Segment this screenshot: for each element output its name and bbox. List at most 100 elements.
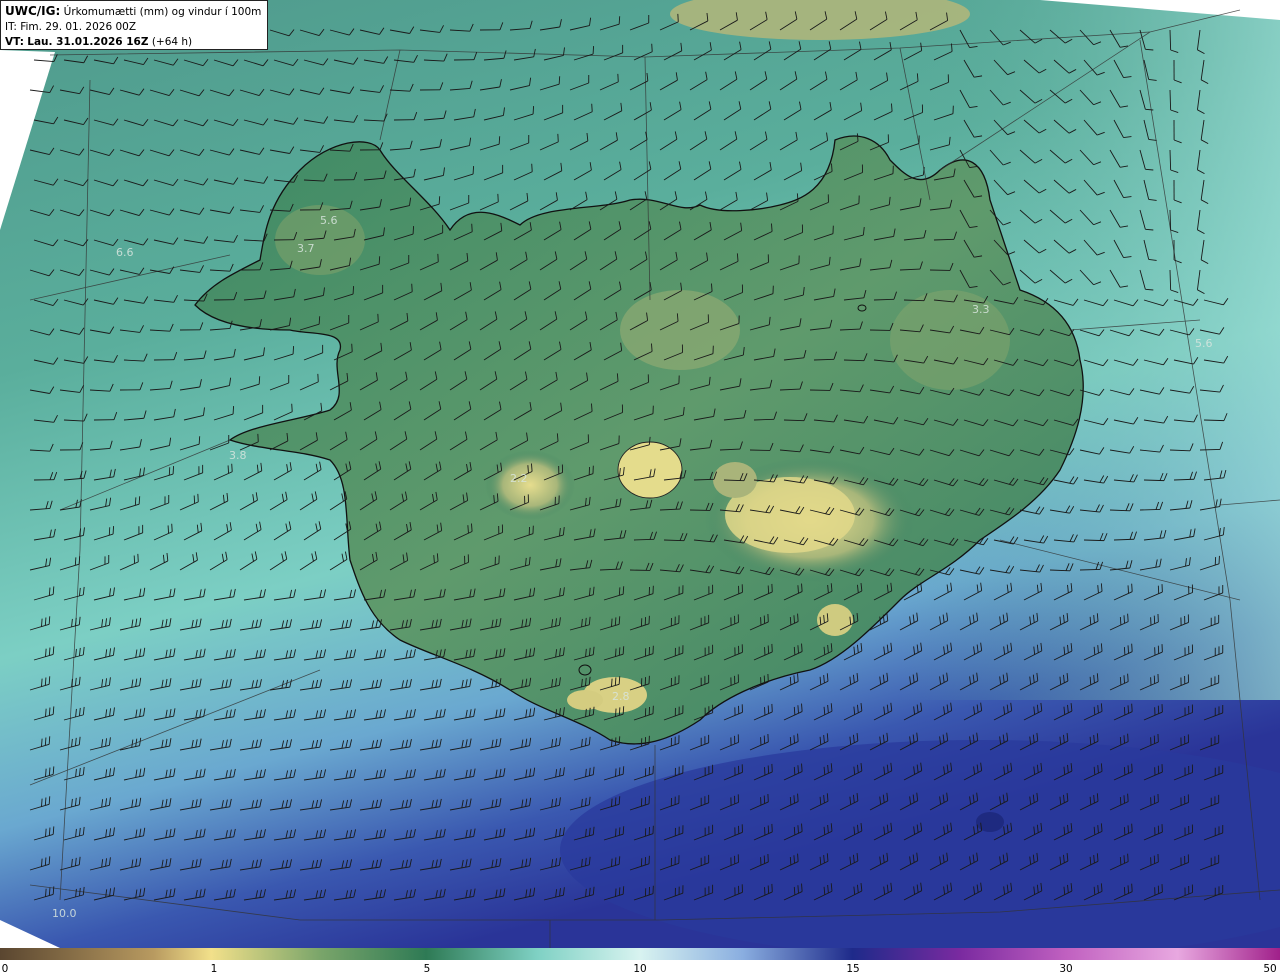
- wind-barb-feather: [41, 798, 43, 807]
- wind-barb-feather: [622, 826, 625, 835]
- wind-barb-feather: [438, 196, 441, 205]
- lead-time: (+64 h): [151, 36, 193, 48]
- wind-barb-feather: [48, 707, 51, 716]
- wind-barb-feather: [951, 43, 953, 52]
- wind-barb-feather: [1127, 705, 1130, 714]
- wind-barb-feather: [48, 767, 51, 776]
- wind-barb-feather: [618, 796, 621, 805]
- wind-barb-feather: [1123, 827, 1126, 836]
- wind-barb-feather: [618, 827, 621, 836]
- wind-barb-feather: [1127, 585, 1130, 594]
- colorbar: [0, 948, 1280, 960]
- wind-barb-feather: [498, 136, 501, 145]
- wind-barb-feather: [45, 828, 47, 837]
- wind-barb-feather: [44, 737, 47, 746]
- wind-barb-feather: [167, 525, 170, 534]
- wind-barb-feather: [1127, 793, 1129, 802]
- wind-barb-feather: [44, 797, 47, 806]
- wind-barb: [1203, 419, 1225, 422]
- wind-barb-feather: [74, 557, 77, 566]
- label-2-8: 2.8: [612, 690, 630, 703]
- wind-barb-feather: [471, 523, 473, 532]
- wind-barb-feather: [41, 618, 43, 627]
- wind-barb-feather: [1131, 583, 1133, 592]
- valid-time-label: VT:: [5, 36, 24, 48]
- wind-barb-feather: [52, 826, 55, 835]
- colorbar-tick-50: 50: [1263, 963, 1277, 975]
- wind-barb-feather: [48, 676, 51, 685]
- label-5-6: 5.6: [320, 214, 338, 227]
- wind-barb-feather: [771, 223, 773, 232]
- wind-barb-feather: [615, 828, 617, 837]
- wind-barb-feather: [614, 677, 617, 686]
- wind-barb-feather: [797, 825, 799, 834]
- wind-barb-feather: [797, 585, 799, 594]
- wind-barb-feather: [614, 797, 617, 806]
- label-10-0: 10.0: [52, 907, 77, 920]
- wind-barb-feather: [618, 676, 621, 685]
- wind-barb-feather: [1127, 825, 1130, 834]
- wind-barb-feather: [618, 647, 621, 656]
- wind-barb: [1169, 89, 1172, 111]
- wind-barb: [1169, 209, 1172, 231]
- wind-barb-feather: [618, 707, 621, 716]
- wind-barb-feather: [1123, 855, 1125, 864]
- wind-barb-feather: [1131, 883, 1133, 892]
- wind-barb-feather: [527, 465, 529, 474]
- valid-time: Lau. 31.01.2026 16Z: [27, 36, 149, 48]
- wind-barb-feather: [591, 103, 593, 112]
- wind-barb-feather: [618, 856, 621, 865]
- wind-barb: [1169, 149, 1172, 171]
- wind-barb-feather: [615, 708, 617, 717]
- label-3-3: 3.3: [972, 303, 990, 316]
- wind-barb-feather: [1123, 647, 1126, 656]
- wind-barb-feather: [1131, 643, 1133, 652]
- wind-barb-feather: [614, 857, 617, 866]
- wind-barb-feather: [45, 648, 47, 657]
- wind-barb-feather: [797, 885, 799, 894]
- wind-barb-feather: [611, 618, 613, 627]
- colorbar-tick-5: 5: [423, 963, 431, 975]
- wind-barb-feather: [48, 736, 51, 745]
- valid-time-line: VT: Lau. 31.01.2026 16Z (+64 h): [5, 35, 263, 50]
- wind-barb-feather: [801, 823, 803, 832]
- wind-barb-feather: [793, 735, 795, 744]
- wind-barb-feather: [801, 583, 803, 592]
- wind-barb-feather: [801, 883, 803, 892]
- wind-barb-feather: [1119, 796, 1122, 806]
- wind-barb-feather: [618, 887, 621, 896]
- wind-barb-feather: [1127, 645, 1130, 654]
- wind-barb-feather: [789, 856, 792, 865]
- wind-barb-feather: [1131, 823, 1133, 832]
- wind-barb-feather: [891, 103, 893, 112]
- wind-barb-feather: [591, 403, 593, 412]
- wind-barb-feather: [52, 586, 55, 595]
- highland-east: [890, 290, 1010, 390]
- wind-barb-feather: [793, 826, 796, 835]
- wind-barb-feather: [797, 765, 799, 774]
- wind-barb-feather: [48, 827, 51, 836]
- wind-barb-feather: [134, 497, 137, 506]
- wind-barb: [1199, 448, 1221, 451]
- wind-barb-feather: [1127, 613, 1129, 622]
- wind-barb-feather: [1119, 856, 1122, 866]
- wind-barb-feather: [793, 646, 796, 655]
- label-3-8: 3.8: [229, 449, 247, 462]
- wind-barb-feather: [793, 706, 796, 715]
- wind-barb-feather: [171, 523, 173, 532]
- wind-barb: [1169, 269, 1172, 291]
- wind-barb-feather: [467, 525, 469, 534]
- langjokull: [617, 441, 683, 499]
- precipitable-water-map[interactable]: 6.6 3.7 5.6 3.8 2.2 3.3 5.6 2.8 10.0: [0, 0, 1280, 948]
- wind-barb-feather: [789, 616, 792, 625]
- wind-barb-feather: [618, 767, 621, 776]
- wind-barb-feather: [227, 465, 230, 474]
- label-2-2: 2.2: [510, 472, 528, 485]
- wind-barb-feather: [44, 617, 47, 626]
- wind-barb-feather: [52, 706, 55, 715]
- wind-barb-feather: [793, 766, 796, 775]
- wind-barb-feather: [1127, 885, 1130, 894]
- wind-barb-feather: [1123, 795, 1125, 804]
- wind-barb-feather: [48, 887, 51, 896]
- moist-core: [976, 812, 1004, 832]
